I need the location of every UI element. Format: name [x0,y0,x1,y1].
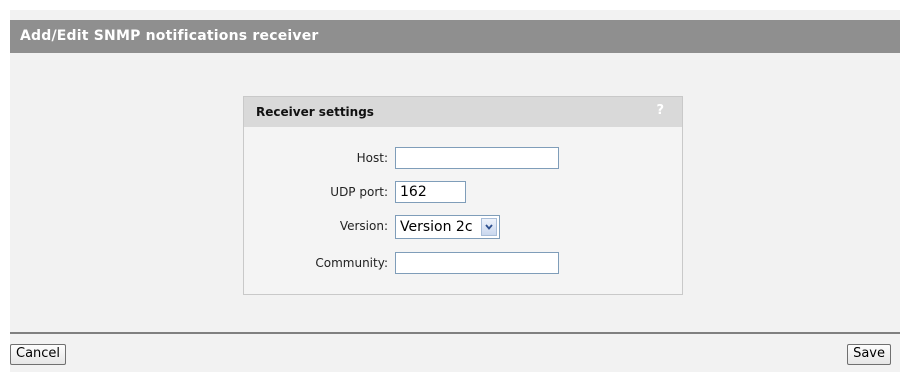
community-row: Community: [244,252,682,276]
host-input[interactable] [395,147,559,169]
save-button[interactable]: Save [847,344,891,365]
section-title: Receiver settings [256,105,374,119]
footer-divider [10,332,900,334]
help-icon[interactable]: ? [656,103,664,118]
udp-port-label: UDP port: [330,185,388,199]
receiver-settings-section: Receiver settings ? Host: UDP port: Vers… [243,96,683,295]
host-row: Host: [244,147,682,171]
dialog-panel: Add/Edit SNMP notifications receiver Rec… [10,10,900,372]
udp-port-input[interactable] [395,181,466,203]
cancel-button[interactable]: Cancel [10,344,67,365]
chevron-down-icon [485,224,493,230]
community-label: Community: [315,256,388,270]
host-label: Host: [356,151,388,165]
dropdown-button[interactable] [481,218,497,236]
page-header: Add/Edit SNMP notifications receiver [10,20,900,53]
version-select-value: Version 2c [400,219,473,235]
page-title: Add/Edit SNMP notifications receiver [20,28,319,44]
version-select[interactable]: Version 2c [395,215,500,239]
version-row: Version: Version 2c [244,215,682,239]
section-header: Receiver settings ? [244,97,682,127]
community-input[interactable] [395,252,559,274]
version-label: Version: [339,219,388,233]
udp-port-row: UDP port: [244,181,682,205]
